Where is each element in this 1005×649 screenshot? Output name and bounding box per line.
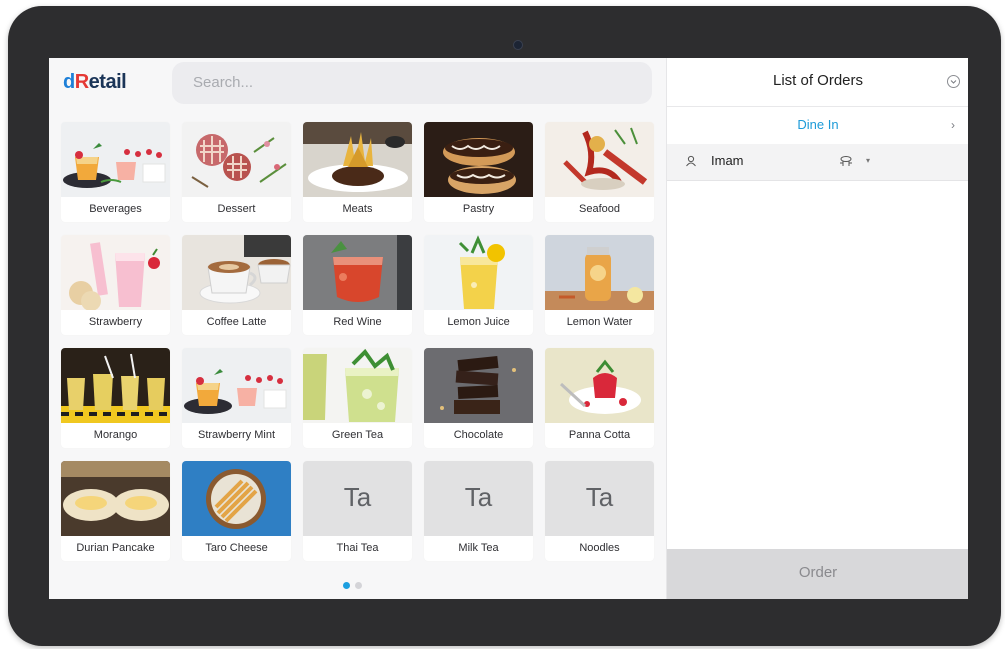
dessert-image bbox=[182, 122, 291, 197]
product-label: Beverages bbox=[89, 203, 142, 215]
search-input[interactable]: Search... bbox=[172, 62, 652, 104]
order-type-selector[interactable]: Dine In › bbox=[667, 106, 968, 145]
page-dot-2[interactable] bbox=[355, 582, 362, 589]
orders-header: List of Orders bbox=[667, 58, 968, 107]
product-label: Taro Cheese bbox=[205, 542, 268, 554]
noodles-placeholder: Ta bbox=[545, 461, 654, 536]
product-card-strawberry-mint[interactable]: Strawberry Mint bbox=[182, 348, 291, 448]
product-label: Thai Tea bbox=[336, 542, 379, 554]
product-label: Noodles bbox=[579, 542, 620, 554]
product-label: Dessert bbox=[217, 203, 256, 215]
product-card-seafood[interactable]: Seafood bbox=[545, 122, 654, 222]
product-card-taro-cheese[interactable]: Taro Cheese bbox=[182, 461, 291, 561]
app-logo: dRetail bbox=[63, 71, 127, 93]
pagination-dots bbox=[343, 576, 367, 589]
product-card-beverages[interactable]: Beverages bbox=[61, 122, 170, 222]
coffee-latte-image bbox=[182, 235, 291, 310]
product-card-panna-cotta[interactable]: Panna Cotta bbox=[545, 348, 654, 448]
chocolate-image bbox=[424, 348, 533, 423]
customer-row[interactable]: Imam ▾ bbox=[667, 144, 968, 181]
product-card-milk-tea[interactable]: Ta Milk Tea bbox=[424, 461, 533, 561]
order-type-label: Dine In bbox=[797, 117, 839, 132]
camera bbox=[513, 40, 523, 50]
product-card-lemon-water[interactable]: Lemon Water bbox=[545, 235, 654, 335]
product-card-meats[interactable]: Meats bbox=[303, 122, 412, 222]
order-button[interactable]: Order bbox=[667, 549, 968, 599]
panna-cotta-image bbox=[545, 348, 654, 423]
product-grid: Beverages Dessert Meats Pastry Seafood S… bbox=[61, 122, 654, 562]
thai-tea-placeholder: Ta bbox=[303, 461, 412, 536]
meats-image bbox=[303, 122, 412, 197]
red-wine-image bbox=[303, 235, 412, 310]
page-dot-1[interactable] bbox=[343, 582, 350, 589]
product-card-thai-tea[interactable]: Ta Thai Tea bbox=[303, 461, 412, 561]
milk-tea-placeholder: Ta bbox=[424, 461, 533, 536]
taro-cheese-image bbox=[182, 461, 291, 536]
product-label: Strawberry Mint bbox=[197, 429, 276, 441]
product-label: Coffee Latte bbox=[206, 316, 267, 328]
lemon-water-image bbox=[545, 235, 654, 310]
product-label: Milk Tea bbox=[458, 542, 499, 554]
product-card-coffee-latte[interactable]: Coffee Latte bbox=[182, 235, 291, 335]
seafood-image bbox=[545, 122, 654, 197]
product-card-dessert[interactable]: Dessert bbox=[182, 122, 291, 222]
lemon-juice-image bbox=[424, 235, 533, 310]
product-card-pastry[interactable]: Pastry bbox=[424, 122, 533, 222]
strawberry-mint-image bbox=[182, 348, 291, 423]
table-icon[interactable] bbox=[839, 155, 853, 167]
product-label: Red Wine bbox=[333, 316, 382, 328]
chevron-right-icon: › bbox=[951, 118, 955, 132]
product-label: Strawberry bbox=[88, 316, 143, 328]
pastry-image bbox=[424, 122, 533, 197]
product-card-lemon-juice[interactable]: Lemon Juice bbox=[424, 235, 533, 335]
product-label: Lemon Juice bbox=[447, 316, 510, 328]
product-card-durian-pancake[interactable]: Durian Pancake bbox=[61, 461, 170, 561]
pos-screen: dRetail Search... Beverages Dessert Meat… bbox=[49, 58, 968, 599]
product-label: Lemon Water bbox=[566, 316, 633, 328]
product-label: Seafood bbox=[579, 203, 620, 215]
chevron-down-icon[interactable]: ▾ bbox=[866, 144, 870, 178]
product-label: Green Tea bbox=[331, 429, 384, 441]
product-card-morango[interactable]: Morango bbox=[61, 348, 170, 448]
user-icon bbox=[686, 155, 696, 167]
product-label: Panna Cotta bbox=[568, 429, 631, 441]
beverages-image bbox=[61, 122, 170, 197]
product-card-strawberry[interactable]: Strawberry bbox=[61, 235, 170, 335]
product-label: Chocolate bbox=[453, 429, 504, 441]
orders-panel: List of Orders Dine In › Imam ▾ Order bbox=[666, 58, 968, 599]
product-label: Morango bbox=[93, 429, 138, 441]
product-card-red-wine[interactable]: Red Wine bbox=[303, 235, 412, 335]
orders-title: List of Orders bbox=[772, 72, 864, 89]
product-label: Pastry bbox=[462, 203, 495, 215]
product-panel: dRetail Search... Beverages Dessert Meat… bbox=[49, 58, 666, 599]
product-card-noodles[interactable]: Ta Noodles bbox=[545, 461, 654, 561]
durian-pancake-image bbox=[61, 461, 170, 536]
customer-name: Imam bbox=[711, 153, 744, 168]
product-label: Meats bbox=[342, 203, 373, 215]
green-tea-image bbox=[303, 348, 412, 423]
product-card-green-tea[interactable]: Green Tea bbox=[303, 348, 412, 448]
product-card-chocolate[interactable]: Chocolate bbox=[424, 348, 533, 448]
morango-image bbox=[61, 348, 170, 423]
product-label: Durian Pancake bbox=[76, 542, 155, 554]
strawberry-image bbox=[61, 235, 170, 310]
chevron-down-circle-icon[interactable] bbox=[947, 75, 960, 88]
